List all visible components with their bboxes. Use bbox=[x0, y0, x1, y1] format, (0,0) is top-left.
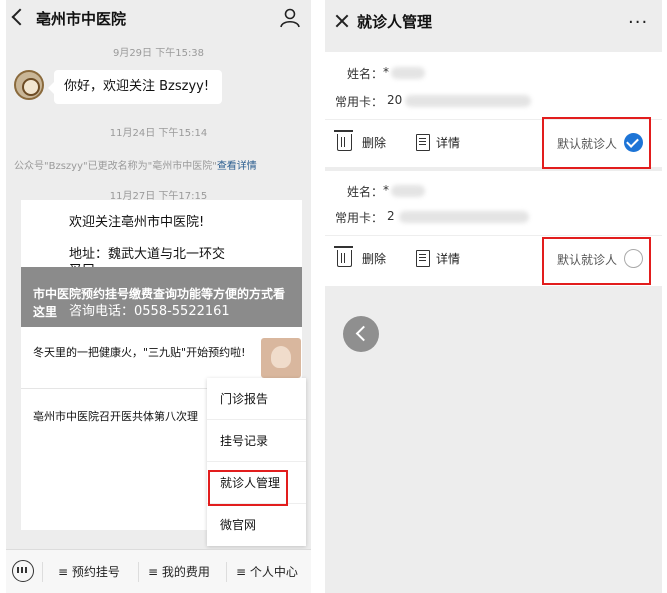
highlight-box bbox=[542, 237, 651, 285]
redacted-mask bbox=[391, 185, 425, 197]
back-floating-button[interactable] bbox=[343, 316, 379, 352]
card-value: 20 bbox=[387, 93, 403, 107]
redacted-mask bbox=[399, 211, 529, 223]
timestamp: 11月24日 下午15:14 bbox=[109, 128, 208, 139]
welcome-line: 欢迎关注亳州市中医院! bbox=[69, 215, 205, 230]
system-note: 公众号"Bzszyy"已更改名称为"亳州市中医院"查看详情 bbox=[14, 157, 304, 172]
document-icon[interactable] bbox=[416, 134, 430, 151]
trash-icon[interactable] bbox=[334, 246, 353, 267]
divider bbox=[42, 562, 43, 582]
page-title: 就诊人管理 bbox=[357, 13, 433, 31]
delete-button[interactable]: 删除 bbox=[362, 134, 386, 151]
tab-appointment[interactable]: ≡ 预约挂号 bbox=[58, 563, 120, 580]
detail-button[interactable]: 详情 bbox=[436, 250, 460, 267]
view-details-link[interactable]: 查看详情 bbox=[217, 161, 257, 172]
card-label: 常用卡： bbox=[335, 95, 384, 109]
avatar[interactable] bbox=[14, 70, 44, 100]
menu-item-micro-site[interactable]: 微官网 bbox=[207, 504, 306, 546]
redacted-mask bbox=[405, 95, 531, 107]
card-value: 2 bbox=[387, 209, 395, 223]
patient-management-panel: 就诊人管理 ··· 姓名： * 常用卡： 20 删除 详情 默认就诊人 姓名： … bbox=[325, 0, 662, 593]
greeting-bubble: 你好，欢迎关注 Bzszyy! bbox=[48, 70, 222, 104]
popup-menu: 门诊报告 挂号记录 就诊人管理 微官网 bbox=[207, 378, 306, 546]
keyboard-icon[interactable] bbox=[12, 560, 34, 582]
back-icon[interactable] bbox=[11, 8, 29, 26]
consult-phone: 咨询电话：0558-5522161 bbox=[69, 304, 230, 319]
tab-personal-center[interactable]: ≡ 个人中心 bbox=[236, 563, 298, 580]
close-icon[interactable] bbox=[335, 14, 349, 28]
page-header: 就诊人管理 ··· bbox=[325, 0, 662, 42]
document-icon[interactable] bbox=[416, 250, 430, 267]
article-thumbnail[interactable] bbox=[261, 338, 301, 378]
article-title[interactable]: 冬天里的一把健康火，"三九贴"开始预约啦! bbox=[33, 344, 253, 362]
chat-header: 亳州市中医院 bbox=[6, 0, 311, 36]
article-title[interactable]: 亳州市中医院召开医共体第八次理 bbox=[33, 408, 218, 426]
name-value: * bbox=[383, 65, 389, 79]
chat-title: 亳州市中医院 bbox=[36, 10, 127, 28]
trash-icon[interactable] bbox=[334, 130, 353, 151]
redacted-mask bbox=[391, 67, 425, 79]
name-value: * bbox=[383, 183, 389, 197]
name-label: 姓名： bbox=[347, 67, 384, 81]
detail-button[interactable]: 详情 bbox=[436, 134, 460, 151]
system-note-text: 公众号"Bzszyy"已更改名称为"亳州市中医院" bbox=[14, 161, 217, 172]
timestamp: 9月29日 下午15:38 bbox=[112, 48, 205, 59]
delete-button[interactable]: 删除 bbox=[362, 250, 386, 267]
screenshot-root: 亳州市中医院 9月29日 下午15:38 你好，欢迎关注 Bzszyy! 11月… bbox=[0, 0, 667, 593]
chat-panel: 亳州市中医院 9月29日 下午15:38 你好，欢迎关注 Bzszyy! 11月… bbox=[6, 0, 311, 593]
card-label: 常用卡： bbox=[335, 211, 384, 225]
name-label: 姓名： bbox=[347, 185, 384, 199]
highlight-box bbox=[208, 470, 288, 506]
menu-item-outpatient-report[interactable]: 门诊报告 bbox=[207, 378, 306, 420]
more-icon[interactable]: ··· bbox=[628, 12, 648, 33]
divider bbox=[325, 235, 662, 236]
bottom-menu-bar: ≡ 预约挂号 ≡ 我的费用 ≡ 个人中心 bbox=[6, 549, 311, 593]
divider bbox=[138, 562, 139, 582]
highlight-box bbox=[542, 117, 651, 169]
tab-my-fees[interactable]: ≡ 我的费用 bbox=[148, 563, 210, 580]
divider bbox=[226, 562, 227, 582]
menu-item-registration-records[interactable]: 挂号记录 bbox=[207, 420, 306, 462]
person-icon[interactable] bbox=[279, 7, 301, 29]
